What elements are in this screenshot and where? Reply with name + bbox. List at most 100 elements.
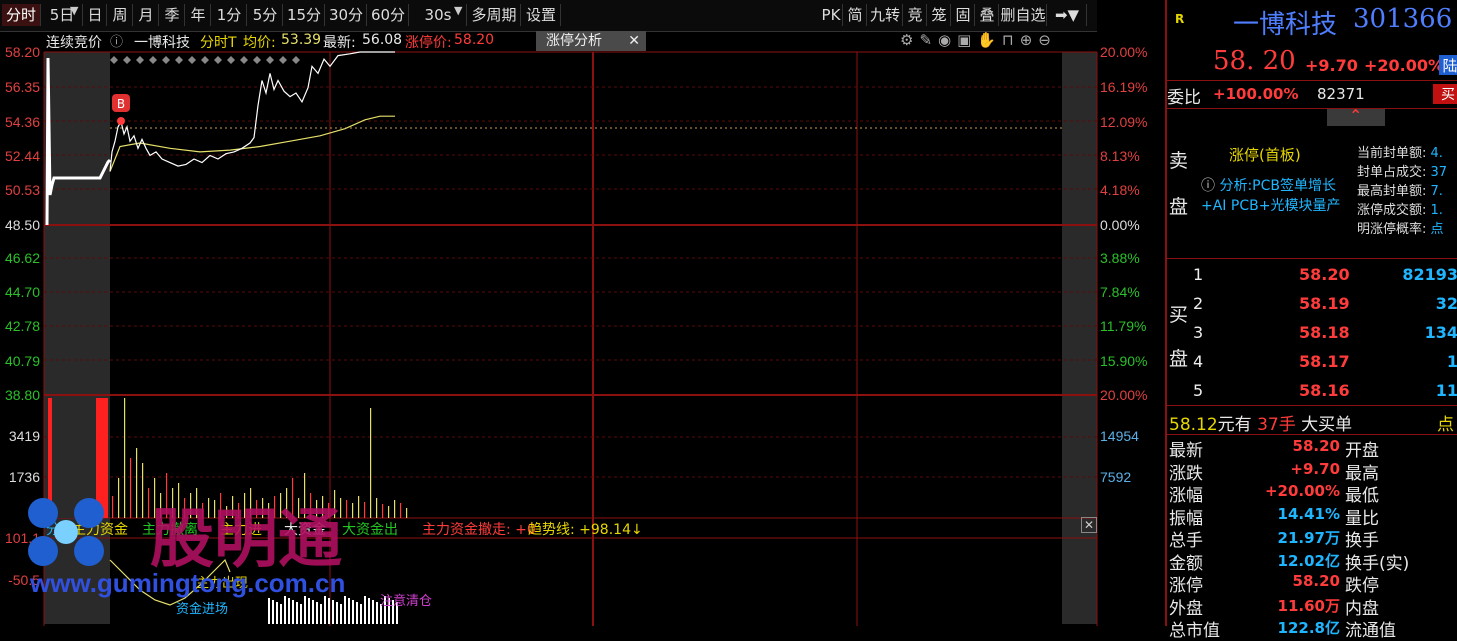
indicator-bar-mark	[268, 598, 270, 624]
period-4[interactable]: 月	[134, 4, 159, 26]
limit-diamond	[227, 56, 235, 64]
limit-diamond	[279, 56, 287, 64]
expand-icon[interactable]: ➡▼	[1048, 4, 1087, 26]
volume-bar	[130, 458, 132, 518]
buy-level-row[interactable]: 1 58.20 82193	[1189, 262, 1457, 288]
bag-icon[interactable]: ▣	[957, 31, 977, 49]
tool-5[interactable]: 固	[952, 4, 975, 26]
indicator-bar-mark	[340, 604, 342, 624]
tab-limit-analysis[interactable]: 涨停分析 ✕	[536, 31, 646, 51]
indicator-bar-mark	[320, 604, 322, 624]
volume-bar	[406, 508, 408, 518]
chart-info-bar: 连续竞价 ⓘ 一博科技 分时T 均价: 53.39 最新: 56.08 涨停价:…	[0, 31, 1097, 51]
buy-level-row[interactable]: 5 58.16 11	[1189, 378, 1457, 404]
limit-stat: 涨停成交额: 1.	[1357, 203, 1443, 218]
chart-tools[interactable]: ⚙✎◉▣✋⊓⊕⊖	[900, 31, 1057, 49]
limit-status: 涨停(首板)	[1229, 146, 1301, 164]
hk-connect-badge[interactable]: 陆	[1439, 55, 1457, 75]
info-icon[interactable]: ⓘ	[110, 31, 123, 50]
big-order-text2: 大买单	[1301, 415, 1353, 435]
quote-pct: +20.00%	[1364, 56, 1445, 75]
tool-7[interactable]: 删自选	[1000, 4, 1047, 26]
quote-change: +9.70	[1305, 56, 1358, 75]
close-icon[interactable]: ✕	[628, 31, 640, 51]
indicator-bar-mark	[276, 602, 278, 624]
tool-3[interactable]: 竞	[904, 4, 927, 26]
period-11[interactable]: 60分	[368, 4, 409, 26]
chart-mode[interactable]: 分时T	[200, 32, 237, 52]
quote-code: 301366	[1353, 4, 1453, 34]
period-6[interactable]: 年	[186, 4, 211, 26]
eye-icon[interactable]: ◉	[938, 31, 957, 49]
volume-bar	[364, 502, 366, 518]
period-7[interactable]: 1分	[212, 4, 247, 26]
buy-marker[interactable]: B	[112, 94, 130, 125]
period-10[interactable]: 30分	[326, 4, 367, 26]
zoom-out-icon[interactable]: ⊖	[1038, 31, 1057, 49]
period-2[interactable]: 日	[84, 4, 107, 26]
tool-2[interactable]: 九转	[868, 4, 903, 26]
indicator-bar-mark	[332, 600, 334, 624]
tool-0[interactable]: PK	[820, 4, 843, 26]
dropdown-icon[interactable]: ▼	[70, 4, 78, 17]
limit-analysis: ⓘ 分析:PCB签单增长+AI PCB+光模块量产	[1201, 176, 1341, 216]
period-14[interactable]: 设置	[522, 4, 561, 26]
latest-value: 56.08	[362, 32, 403, 48]
limit-diamond	[149, 56, 157, 64]
buy-level-row[interactable]: 2 58.19 32	[1189, 291, 1457, 317]
pen-icon[interactable]: ✎	[919, 31, 938, 49]
indicator-bar-mark	[328, 598, 330, 624]
buy-label-1: 买	[1169, 304, 1189, 326]
pct-tick: 3.88%	[1100, 250, 1140, 266]
limit-stats: 当前封单额: 4. 封单占成交: 37 最高封单额: 7. 涨停成交额: 1. 明涨停概…	[1357, 144, 1447, 239]
buy-level-row[interactable]: 4 58.17 1	[1189, 349, 1457, 375]
big-order-qty: 37手	[1257, 415, 1296, 435]
limit-stat: 封单占成交: 37	[1357, 165, 1448, 180]
indicator-bars	[268, 596, 398, 624]
buy-level-row[interactable]: 3 58.18 134	[1189, 320, 1457, 346]
pct-tick: 20.00%	[1100, 387, 1147, 403]
lock-icon[interactable]: ⊓	[1002, 31, 1020, 49]
period-5[interactable]: 季	[160, 4, 185, 26]
big-order-notice[interactable]: 58.12元有 37手 大买单	[1169, 410, 1352, 435]
indicator-bar-mark	[368, 598, 370, 624]
dropdown-icon[interactable]: ▼	[454, 4, 462, 17]
collapse-toggle[interactable]: ⌃	[1327, 106, 1385, 126]
limit-diamond	[240, 56, 248, 64]
weibi-label: 委比	[1167, 88, 1201, 108]
limit-diamond	[110, 56, 118, 64]
stat-row: 外盘 11.60万 内盘	[1169, 596, 1379, 619]
limit-value: 58.20	[454, 32, 495, 48]
gear-icon[interactable]: ⚙	[900, 31, 919, 49]
indicator-bar-mark	[344, 596, 346, 624]
tool-4[interactable]: 笼	[928, 4, 951, 26]
period-13[interactable]: 多周期	[468, 4, 521, 26]
period-0[interactable]: 分时	[2, 4, 41, 26]
tool-6[interactable]: 叠	[976, 4, 999, 26]
tool-1[interactable]: 简	[844, 4, 867, 26]
pct-tick: 8.13%	[1100, 148, 1140, 164]
price-tick: 44.70	[5, 284, 40, 300]
volume-bar	[376, 498, 378, 518]
indicator-bar-mark	[316, 602, 318, 624]
info-icon: ⓘ	[1201, 178, 1220, 194]
ind-label-2: 资金进场	[176, 602, 229, 617]
close-indicator-icon[interactable]: ✕	[1081, 517, 1097, 533]
ind-label-3: 注意清仓	[380, 594, 433, 609]
volume-bar	[124, 398, 126, 518]
auction-label: 连续竞价	[46, 35, 102, 51]
volume-bar	[136, 448, 138, 518]
period-8[interactable]: 5分	[248, 4, 283, 26]
indicator-bar-mark	[280, 604, 282, 624]
period-3[interactable]: 周	[108, 4, 133, 26]
limit-stat: 最高封单额: 7.	[1357, 184, 1443, 199]
indicator-bar-mark	[372, 600, 374, 624]
hand-icon[interactable]: ✋	[977, 31, 1002, 49]
sell-label-1: 卖	[1169, 150, 1189, 172]
volume-bar	[358, 496, 360, 518]
period-9[interactable]: 15分	[284, 4, 325, 26]
limit-diamond	[201, 56, 209, 64]
sell-button[interactable]: 买	[1433, 84, 1457, 104]
zoom-in-icon[interactable]: ⊕	[1020, 31, 1039, 49]
pct-tick: 16.19%	[1100, 79, 1147, 95]
